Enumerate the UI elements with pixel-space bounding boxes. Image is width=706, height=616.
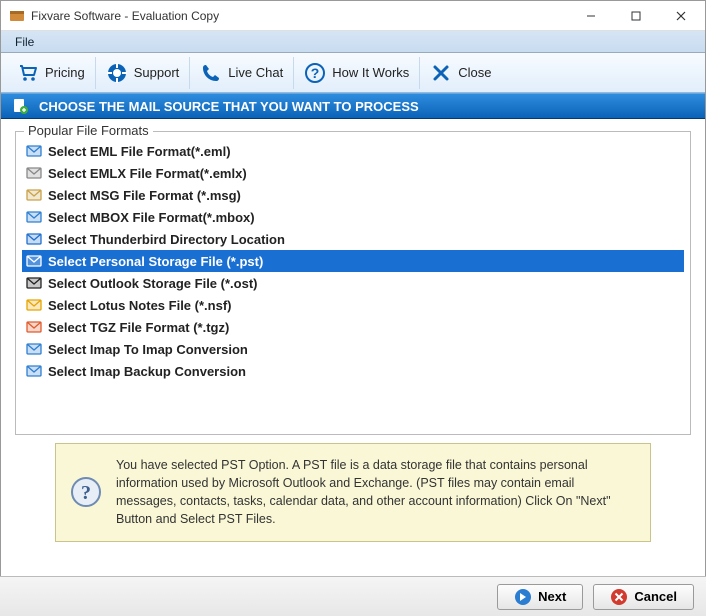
page-add-icon — [11, 97, 29, 115]
mail-format-icon — [26, 363, 42, 379]
cancel-button[interactable]: Cancel — [593, 584, 694, 610]
format-item-label: Select Imap To Imap Conversion — [48, 342, 248, 357]
format-item-label: Select Outlook Storage File (*.ost) — [48, 276, 257, 291]
cancel-stop-icon — [610, 588, 628, 606]
toolbar-item-label: Close — [458, 65, 491, 80]
format-item-label: Select Personal Storage File (*.pst) — [48, 254, 263, 269]
mail-format-icon — [26, 231, 42, 247]
phone-icon — [200, 62, 222, 84]
section-header-text: CHOOSE THE MAIL SOURCE THAT YOU WANT TO … — [39, 99, 419, 114]
cart-icon — [17, 62, 39, 84]
format-item-label: Select Imap Backup Conversion — [48, 364, 246, 379]
mail-format-icon — [26, 187, 42, 203]
close-button[interactable] — [658, 2, 703, 30]
mail-format-icon — [26, 341, 42, 357]
info-box: ? You have selected PST Option. A PST fi… — [55, 443, 651, 542]
format-item[interactable]: Select MBOX File Format(*.mbox) — [22, 206, 684, 228]
window-title: Fixvare Software - Evaluation Copy — [31, 9, 568, 23]
maximize-button[interactable] — [613, 2, 658, 30]
format-item-label: Select EMLX File Format(*.emlx) — [48, 166, 247, 181]
format-item[interactable]: Select Imap To Imap Conversion — [22, 338, 684, 360]
close-x-icon — [430, 62, 452, 84]
support-icon — [106, 62, 128, 84]
svg-text:?: ? — [311, 65, 320, 81]
toolbar-live-chat[interactable]: Live Chat — [190, 57, 294, 89]
format-item[interactable]: Select Personal Storage File (*.pst) — [22, 250, 684, 272]
next-button-label: Next — [538, 589, 566, 604]
format-item-label: Select Lotus Notes File (*.nsf) — [48, 298, 231, 313]
next-arrow-icon — [514, 588, 532, 606]
info-text: You have selected PST Option. A PST file… — [116, 456, 636, 529]
mail-format-icon — [26, 319, 42, 335]
cancel-button-label: Cancel — [634, 589, 677, 604]
footer-bar: Next Cancel — [0, 576, 706, 616]
content-area: Popular File Formats Select EML File For… — [1, 119, 705, 552]
toolbar-close[interactable]: Close — [420, 57, 501, 89]
toolbar-how-it-works[interactable]: ? How It Works — [294, 57, 420, 89]
toolbar-item-label: How It Works — [332, 65, 409, 80]
format-item[interactable]: Select EML File Format(*.eml) — [22, 140, 684, 162]
format-item[interactable]: Select Imap Backup Conversion — [22, 360, 684, 382]
format-item-label: Select MBOX File Format(*.mbox) — [48, 210, 255, 225]
info-question-icon: ? — [70, 476, 102, 508]
menu-file[interactable]: File — [7, 33, 42, 51]
menubar: File — [1, 31, 705, 53]
format-item[interactable]: Select Lotus Notes File (*.nsf) — [22, 294, 684, 316]
app-icon — [9, 8, 25, 24]
format-item-label: Select TGZ File Format (*.tgz) — [48, 320, 229, 335]
formats-fieldset: Popular File Formats Select EML File For… — [15, 131, 691, 435]
format-list: Select EML File Format(*.eml) Select EMLX… — [22, 140, 684, 382]
mail-format-icon — [26, 297, 42, 313]
window-controls — [568, 2, 703, 30]
format-item[interactable]: Select EMLX File Format(*.emlx) — [22, 162, 684, 184]
format-item[interactable]: Select TGZ File Format (*.tgz) — [22, 316, 684, 338]
question-icon: ? — [304, 62, 326, 84]
toolbar-support[interactable]: Support — [96, 57, 191, 89]
format-item[interactable]: Select MSG File Format (*.msg) — [22, 184, 684, 206]
svg-text:?: ? — [81, 482, 91, 504]
mail-format-icon — [26, 253, 42, 269]
format-item[interactable]: Select Thunderbird Directory Location — [22, 228, 684, 250]
toolbar: Pricing Support Live Chat? How It Works Clos… — [1, 53, 705, 93]
format-item-label: Select MSG File Format (*.msg) — [48, 188, 241, 203]
section-header: CHOOSE THE MAIL SOURCE THAT YOU WANT TO … — [1, 93, 705, 119]
mail-format-icon — [26, 165, 42, 181]
format-item[interactable]: Select Outlook Storage File (*.ost) — [22, 272, 684, 294]
mail-format-icon — [26, 143, 42, 159]
toolbar-item-label: Live Chat — [228, 65, 283, 80]
toolbar-item-label: Pricing — [45, 65, 85, 80]
format-item-label: Select Thunderbird Directory Location — [48, 232, 285, 247]
formats-legend: Popular File Formats — [24, 123, 153, 138]
format-item-label: Select EML File Format(*.eml) — [48, 144, 231, 159]
titlebar: Fixvare Software - Evaluation Copy — [1, 1, 705, 31]
toolbar-item-label: Support — [134, 65, 180, 80]
mail-format-icon — [26, 275, 42, 291]
minimize-button[interactable] — [568, 2, 613, 30]
toolbar-pricing[interactable]: Pricing — [7, 57, 96, 89]
next-button[interactable]: Next — [497, 584, 583, 610]
mail-format-icon — [26, 209, 42, 225]
